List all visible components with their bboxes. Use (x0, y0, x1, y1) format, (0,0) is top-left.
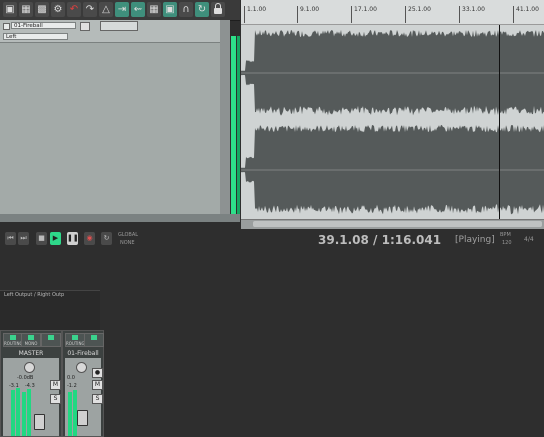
master-meter-bar (11, 390, 15, 436)
track-buttons-group[interactable] (100, 21, 138, 31)
track-color-icon[interactable] (3, 23, 10, 30)
master-pan-knob[interactable] (24, 362, 35, 373)
track-solo-button[interactable]: S (92, 394, 103, 404)
metronome-icon[interactable]: △ (99, 2, 113, 17)
arrange-view[interactable] (241, 25, 544, 220)
master-volume[interactable]: -0.0dB (17, 375, 33, 381)
track-strip-name: 01-Fireball (67, 350, 99, 357)
playback-status: [Playing] (455, 235, 495, 245)
lock-icon[interactable] (211, 2, 225, 17)
track-peak: -1.2 (67, 383, 77, 389)
ruler-tick: 25.1.00 (405, 6, 431, 23)
master-meter-bar (22, 392, 26, 436)
track-input-select[interactable]: Left (3, 33, 68, 40)
transport-bar: ⏮ ⏭ ■ ▶ ❚❚ ◉ ↻ GLOBAL NONE 39.1.08 / 1:1… (0, 229, 544, 254)
master-name: MASTER (18, 350, 44, 357)
horizontal-scrollbar[interactable] (241, 219, 544, 229)
play-cursor (499, 25, 500, 220)
track-record-button[interactable]: ● (92, 368, 103, 378)
record-arm-button[interactable] (80, 22, 90, 31)
pause-icon[interactable]: ❚❚ (67, 232, 79, 245)
play-icon[interactable]: ▶ (50, 232, 61, 245)
master-fader[interactable] (34, 414, 45, 430)
track-header[interactable]: 01-Fireball Left (0, 20, 220, 43)
master-solo-button[interactable]: S (50, 394, 61, 404)
track-strip-body: 0.0 -1.2 ● M S (65, 358, 103, 436)
open-project-icon[interactable]: ▦ (19, 2, 33, 17)
track-meter-right (237, 36, 240, 214)
master-strip: ROUTING MONO MASTER -0.0dB -3.1 -4.3 M S (0, 330, 62, 437)
envelope-icon[interactable]: ∩ (179, 2, 193, 17)
item-grouping-icon[interactable]: ▣ (163, 2, 177, 17)
tcp-scrollbar[interactable] (220, 20, 230, 216)
track-mute-button[interactable]: M (92, 380, 103, 390)
go-to-start-icon[interactable]: ⏮ (5, 232, 16, 245)
stop-icon[interactable]: ■ (36, 232, 47, 245)
track-fx-button[interactable] (84, 333, 104, 347)
save-project-icon[interactable]: ▩ (35, 2, 49, 17)
ruler-tick: 41.1.00 (513, 6, 539, 23)
global-label: GLOBAL (118, 232, 139, 238)
horizontal-scroll-thumb[interactable] (253, 221, 542, 227)
track-fader[interactable] (77, 410, 88, 426)
master-mute-button[interactable]: M (50, 380, 61, 390)
go-to-end-icon[interactable]: ⏭ (18, 232, 29, 245)
track-control-panel: 01-Fireball Left (0, 20, 221, 214)
master-fx-button[interactable]: MONO (21, 333, 41, 347)
record-icon[interactable]: ◉ (84, 232, 95, 245)
master-routing-button[interactable]: ROUTING (3, 333, 23, 347)
grid-icon[interactable]: ▦ (147, 2, 161, 17)
master-strip-body: -0.0dB -3.1 -4.3 M S (3, 358, 61, 436)
time-display[interactable]: 39.1.08 / 1:16.041 (318, 233, 441, 247)
undo-icon[interactable]: ↶ (67, 2, 81, 17)
project-settings-icon[interactable]: ⚙ (51, 2, 65, 17)
routing-label[interactable]: Left Output / Right Outp (4, 292, 64, 298)
master-meter-bar (27, 389, 31, 436)
timeline-ruler[interactable]: 1.1.00 9.1.00 17.1.00 25.1.00 33.1.00 41… (241, 0, 544, 25)
track-strip: ROUTING 01-Fireball 0.0 -1.2 ● M S (62, 330, 104, 437)
ripple-edit-icon[interactable]: ⇜ (131, 2, 145, 17)
loop-icon[interactable]: ↻ (195, 2, 209, 17)
ruler-tick: 1.1.00 (244, 6, 266, 23)
new-project-icon[interactable]: ▣ (3, 2, 17, 17)
snap-icon[interactable]: ⇥ (115, 2, 129, 17)
track-volume[interactable]: 0.0 (67, 375, 75, 381)
bpm-value[interactable]: 120 (502, 240, 512, 246)
bpm-label: BPM (500, 232, 511, 238)
track-pan-knob[interactable] (76, 362, 87, 373)
ruler-tick: 17.1.00 (351, 6, 377, 23)
track-name-field[interactable]: 01-Fireball (11, 22, 76, 29)
master-meter-bar (16, 388, 20, 436)
tcp-bottom-bar (0, 214, 240, 222)
global-sub-label[interactable]: NONE (120, 240, 135, 246)
track-routing-button[interactable]: ROUTING (65, 333, 85, 347)
time-signature[interactable]: 4/4 (524, 236, 534, 243)
ruler-tick: 9.1.00 (297, 6, 319, 23)
repeat-icon[interactable]: ↻ (101, 232, 112, 245)
master-mono-button[interactable] (41, 333, 61, 347)
ruler-tick: 33.1.00 (459, 6, 485, 23)
track-meter-left (231, 36, 236, 214)
track-meter-bar (68, 392, 72, 436)
main-toolbar: ▣ ▦ ▩ ⚙ ↶ ↷ △ ⇥ ⇜ ▦ ▣ ∩ ↻ (0, 0, 240, 21)
redo-icon[interactable]: ↷ (83, 2, 97, 17)
